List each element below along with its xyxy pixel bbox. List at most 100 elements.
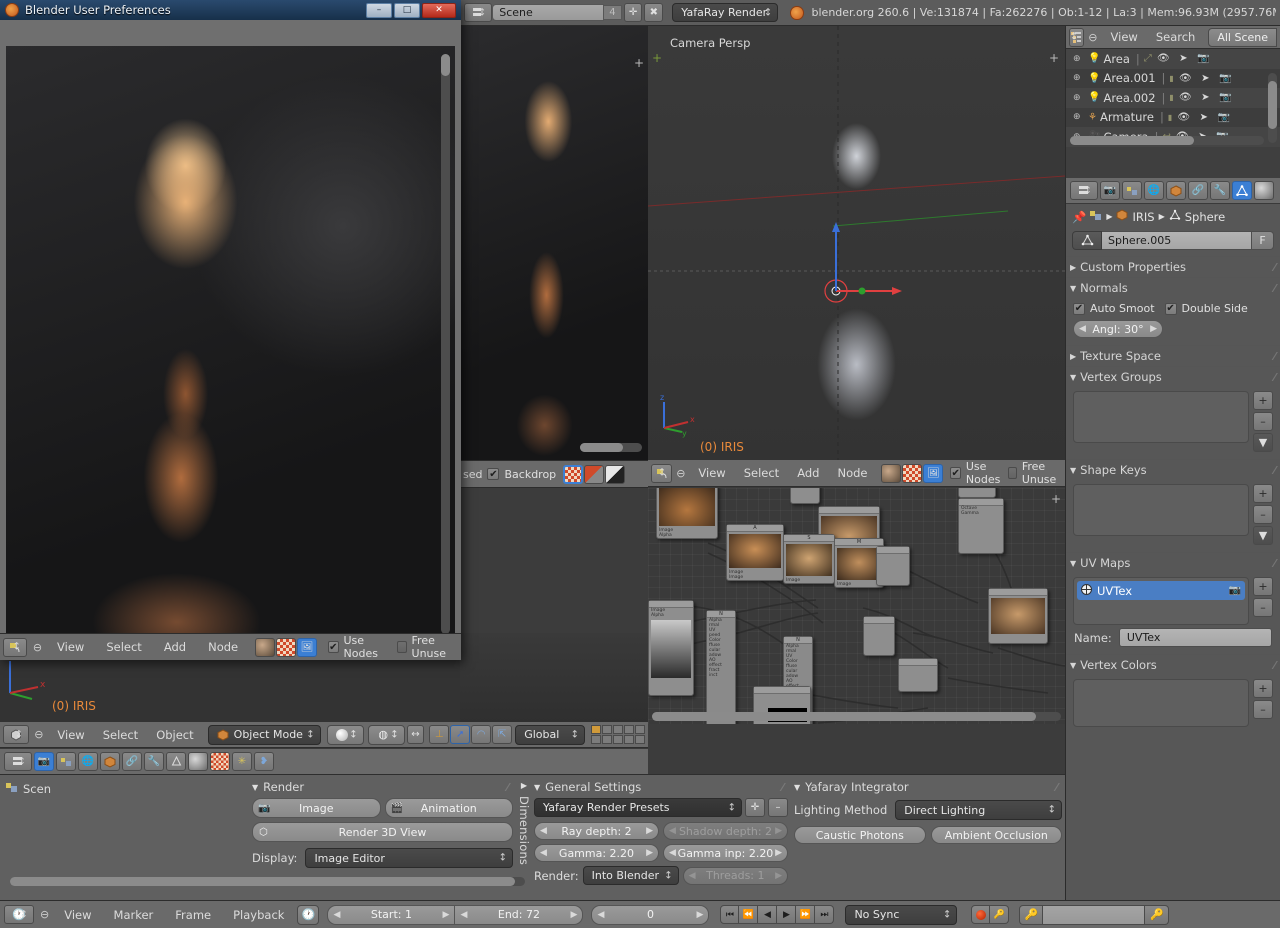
camera-render-icon[interactable]: 📷 <box>1215 112 1232 123</box>
remove-vertex-color-button[interactable]: – <box>1253 700 1273 719</box>
eye-icon[interactable]: 👁 <box>1155 53 1172 64</box>
node-header[interactable] <box>864 617 894 624</box>
eye-icon[interactable]: 👁 <box>1177 73 1194 84</box>
node-header[interactable]: M <box>835 539 883 546</box>
expand-icon[interactable]: ⊕ <box>1073 73 1081 83</box>
remove-shape-key-button[interactable]: – <box>1253 505 1273 524</box>
record-icon[interactable] <box>971 905 990 924</box>
increment-arrow-icon[interactable]: ▶ <box>443 910 450 920</box>
jump-start-icon[interactable]: ⏮ <box>720 905 739 924</box>
data-icon[interactable]: ▮ <box>1169 74 1173 83</box>
node-menu-add[interactable]: Add <box>788 465 828 481</box>
remove-preset-button[interactable]: – <box>768 798 788 817</box>
object-data-tab-icon[interactable] <box>1232 181 1252 200</box>
node-octave[interactable]: OctaveGamma <box>958 498 1004 554</box>
keying-set-icon[interactable]: 🔑 <box>1019 905 1043 925</box>
transform-orientation-selector[interactable]: Global <box>515 725 585 745</box>
checkbox-icon[interactable]: ✔ <box>950 467 960 479</box>
current-frame-field[interactable]: ◀ 0 ▶ <box>591 905 709 925</box>
node-header[interactable] <box>877 547 909 554</box>
render-tab-icon[interactable]: 📷 <box>1100 181 1120 200</box>
eye-icon[interactable]: 👁 <box>1175 112 1192 123</box>
vertex-colors-list[interactable] <box>1073 679 1249 727</box>
node-material-n[interactable]: N AlpharmalUVpeedColorffusecularadowAOef… <box>706 610 736 724</box>
node-header[interactable] <box>899 659 937 666</box>
add-preset-button[interactable]: ✛ <box>745 798 765 817</box>
color-alpha-icon[interactable] <box>563 465 583 484</box>
particles-tab-icon[interactable]: ✳ <box>232 752 252 771</box>
node-editor-material[interactable]: ⊖ View Select Add Node 🖼 ✔ Use Nodes Fre… <box>648 460 1065 724</box>
scale-manipulator-icon[interactable]: ⇱ <box>492 725 512 744</box>
editor-type-selector-timeline[interactable]: 🕐 <box>4 905 34 924</box>
checkbox-icon[interactable]: ✔ <box>1073 303 1085 315</box>
decrement-arrow-icon[interactable]: ◀ <box>540 848 547 858</box>
outliner-item-area002[interactable]: ⊕ 💡 Area.002 | ▮ 👁 ➤ 📷 <box>1066 88 1280 108</box>
view3d-menu-view[interactable]: View <box>48 727 93 743</box>
timeline-menu-frame[interactable]: Frame <box>166 907 220 923</box>
collapse-menus-icon[interactable]: ⊖ <box>40 908 49 921</box>
color-icon[interactable] <box>584 465 604 484</box>
shape-keys-list[interactable] <box>1073 484 1249 536</box>
outliner-horizontal-scrollbar[interactable] <box>1070 136 1264 145</box>
node-image-texture-s[interactable]: S Image <box>783 534 835 584</box>
cursor-arrow-icon[interactable]: ➤ <box>1197 73 1214 84</box>
increment-arrow-icon[interactable]: ▶ <box>646 826 653 836</box>
panel-header-vertex-colors[interactable]: ▼ Vertex Colors ⁄⁄⁄ <box>1066 654 1280 675</box>
object-data-tab-icon[interactable] <box>166 752 186 771</box>
threads-slider[interactable]: ◀ Threads: 1 ▶ <box>683 867 788 885</box>
node-header[interactable]: N <box>784 637 812 644</box>
checkbox-icon[interactable]: ✔ <box>1165 303 1177 315</box>
animation-icon[interactable]: ⤢ <box>1144 53 1152 64</box>
viewport-3d-top[interactable]: Camera Persp (0) IRIS z y x + + <box>648 26 1065 460</box>
free-unused-toggle[interactable]: Free Unuse <box>1008 460 1062 486</box>
texture-tab-icon[interactable] <box>210 752 230 771</box>
gamma-slider[interactable]: ◀ Gamma: 2.20 ▶ <box>534 844 659 862</box>
translate-manipulator-icon[interactable]: ⊥ <box>429 725 449 744</box>
material-node-icon[interactable] <box>255 638 275 657</box>
layer-grid[interactable] <box>591 725 645 744</box>
shadow-depth-slider[interactable]: ◀ Shadow depth: 2 ▶ <box>663 822 788 840</box>
checkbox-icon[interactable]: ✔ <box>328 641 338 653</box>
render-preset-selector[interactable]: Yafaray Render Presets <box>534 798 742 817</box>
prev-keyframe-icon[interactable]: ⏪ <box>739 905 758 924</box>
auto-smooth-toggle[interactable]: ✔ Auto Smoot <box>1073 302 1155 315</box>
constraints-tab-icon[interactable]: 🔗 <box>1188 181 1208 200</box>
image-horizontal-scrollbar[interactable] <box>580 443 642 452</box>
panel-header-uv-maps[interactable]: ▼ UV Maps ⁄⁄⁄ <box>1066 552 1280 573</box>
window-titlebar[interactable]: Blender User Preferences – □ ✕ <box>0 0 461 20</box>
cursor-arrow-icon[interactable]: ➤ <box>1195 112 1212 123</box>
play-icon[interactable]: ▶ <box>777 905 796 924</box>
add-uv-map-button[interactable]: + <box>1253 577 1273 596</box>
auto-key-icon[interactable]: 🔑 <box>990 905 1009 924</box>
camera-render-icon[interactable]: 📷 <box>1195 53 1212 64</box>
auto-smooth-angle-slider[interactable]: ◀ Angl: 30° ▶ <box>1073 320 1163 338</box>
close-button[interactable]: ✕ <box>422 3 456 18</box>
backdrop-toggle[interactable]: ✔ Backdrop <box>487 468 556 481</box>
image-preview-area[interactable] <box>6 46 455 646</box>
prefs-node-menu-select[interactable]: Select <box>97 639 150 655</box>
editor-type-selector-outliner[interactable] <box>1069 28 1084 47</box>
eye-icon[interactable]: 👁 <box>1177 92 1194 103</box>
vertex-group-specials-menu[interactable]: ▼ <box>1253 433 1273 452</box>
editor-type-selector-properties[interactable] <box>1070 181 1098 200</box>
prefs-node-menu-view[interactable]: View <box>48 639 93 655</box>
decrement-arrow-icon[interactable]: ◀ <box>597 910 604 920</box>
decrement-arrow-icon[interactable]: ◀ <box>669 826 676 836</box>
image-editor-region[interactable]: + <box>460 26 648 460</box>
node-image-texture[interactable]: ImageAlpha <box>656 488 718 539</box>
node-header[interactable] <box>819 507 879 514</box>
scene-name[interactable]: Scene <box>492 4 604 21</box>
prefs-node-menu-node[interactable]: Node <box>199 639 247 655</box>
gamma-input-slider[interactable]: ◀ Gamma inp: 2.20 ▶ <box>663 844 788 862</box>
editor-type-selector-prefs-node[interactable] <box>3 638 27 657</box>
outliner-item-armature[interactable]: ⊕ ⚘ Armature | ▮ 👁 ➤ 📷 <box>1066 108 1280 128</box>
modifiers-tab-icon[interactable]: 🔧 <box>144 752 164 771</box>
panel-header-vertex-groups[interactable]: ▼ Vertex Groups ⁄⁄⁄ <box>1066 366 1280 387</box>
node-small[interactable] <box>863 616 895 656</box>
node-graph-canvas[interactable]: ImageAlpha Image Sour A ImageImage S <box>648 488 1065 724</box>
outliner-item-area001[interactable]: ⊕ 💡 Area.001 | ▮ 👁 ➤ 📷 <box>1066 69 1280 89</box>
panel-header-normals[interactable]: ▼ Normals ⁄⁄⁄ <box>1066 277 1280 298</box>
remove-vertex-group-button[interactable]: – <box>1253 412 1273 431</box>
increment-arrow-icon[interactable]: ▶ <box>571 910 578 920</box>
shading-mode-selector[interactable] <box>327 725 364 745</box>
